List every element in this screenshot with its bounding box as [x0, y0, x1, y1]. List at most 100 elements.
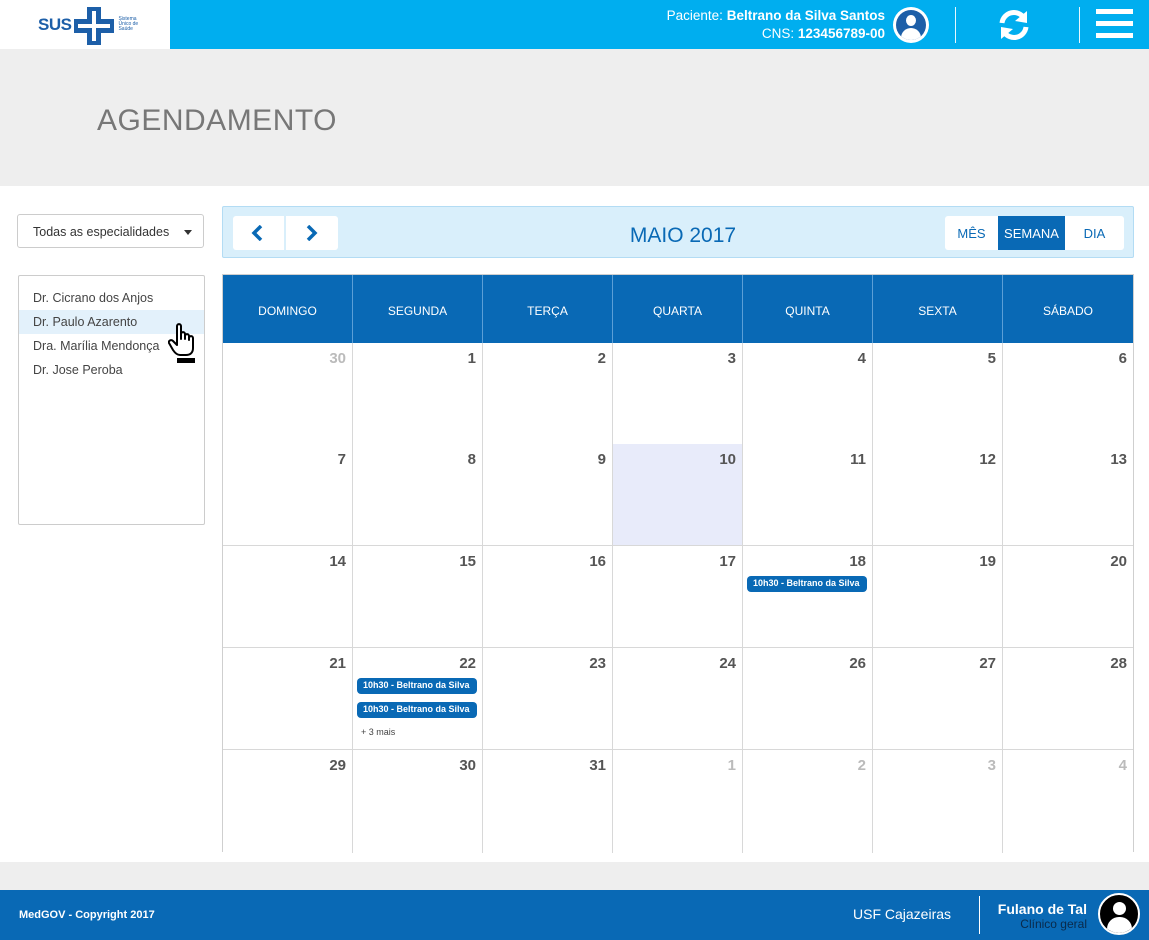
- appointment-event[interactable]: 10h30 - Beltrano da Silva: [747, 576, 867, 592]
- calendar-day[interactable]: 4: [1003, 750, 1133, 853]
- calendar-day[interactable]: 5: [873, 343, 1003, 445]
- view-day-button[interactable]: DIA: [1065, 216, 1124, 250]
- day-number: 14: [329, 553, 346, 570]
- caret-down-icon: [184, 230, 192, 235]
- day-number: 19: [979, 553, 996, 570]
- weekday-label: QUINTA: [743, 275, 873, 343]
- calendar-day[interactable]: 31: [483, 750, 613, 853]
- calendar-day[interactable]: 30: [353, 750, 483, 853]
- month-title: MAIO 2017: [629, 224, 737, 247]
- weekday-header: DOMINGO SEGUNDA TERÇA QUARTA QUINTA SEXTA SÁBA…: [223, 275, 1133, 343]
- day-number: 15: [459, 553, 476, 570]
- health-unit-name: USF Cajazeiras: [853, 906, 952, 922]
- user-name: Fulano de Tal: [997, 901, 1087, 917]
- sus-logo[interactable]: SUS Sistema Único de Saúde: [0, 0, 170, 49]
- day-number: 5: [987, 350, 996, 367]
- day-number: 6: [1118, 350, 1127, 367]
- calendar-day[interactable]: 1: [613, 750, 743, 853]
- day-number: 1: [467, 350, 476, 367]
- user-icon[interactable]: [893, 7, 929, 43]
- calendar-day[interactable]: 27: [873, 648, 1003, 750]
- view-switcher: MÊS SEMANA DIA: [945, 216, 1124, 250]
- day-number: 17: [719, 553, 736, 570]
- cns-label: CNS:: [761, 26, 795, 41]
- day-number: 27: [979, 655, 996, 672]
- header-divider: [955, 7, 956, 43]
- weekday-label: TERÇA: [483, 275, 613, 343]
- calendar-day[interactable]: 9: [483, 444, 613, 546]
- calendar-day[interactable]: 30: [223, 343, 353, 445]
- calendar-day[interactable]: 28: [1003, 648, 1133, 750]
- calendar-day[interactable]: 29: [223, 750, 353, 853]
- calendar-day[interactable]: 16: [483, 546, 613, 648]
- day-number: 26: [849, 655, 866, 672]
- calendar-day[interactable]: 24: [613, 648, 743, 750]
- calendar-day[interactable]: 7: [223, 444, 353, 546]
- top-header: SUS Sistema Único de Saúde Paciente: Bel…: [0, 0, 1149, 49]
- day-number: 3: [727, 350, 736, 367]
- calendar-day[interactable]: 3: [613, 343, 743, 445]
- day-number: 31: [589, 757, 606, 774]
- next-month-button[interactable]: [286, 216, 338, 250]
- day-number: 18: [849, 553, 866, 570]
- calendar-day[interactable]: 12: [873, 444, 1003, 546]
- weekday-label: DOMINGO: [223, 275, 353, 343]
- previous-month-button[interactable]: [233, 216, 285, 250]
- day-number: 1: [727, 757, 736, 774]
- calendar-day[interactable]: 2: [743, 750, 873, 853]
- day-number: 7: [337, 451, 346, 468]
- calendar-day[interactable]: 15: [353, 546, 483, 648]
- calendar-day[interactable]: 23: [483, 648, 613, 750]
- calendar-day[interactable]: 18 10h30 - Beltrano da Silva: [743, 546, 873, 648]
- header-divider: [1079, 7, 1080, 43]
- day-number: 30: [459, 757, 476, 774]
- day-number: 2: [857, 757, 866, 774]
- specialty-select[interactable]: Todas as especialidades: [17, 214, 204, 248]
- day-number: 4: [1118, 757, 1127, 774]
- calendar-day[interactable]: 8: [353, 444, 483, 546]
- day-number: 23: [589, 655, 606, 672]
- doctor-item[interactable]: Dr. Cicrano dos Anjos: [19, 286, 204, 310]
- day-number: 22: [459, 655, 476, 672]
- more-events-link[interactable]: + 3 mais: [361, 727, 395, 737]
- day-number: 28: [1110, 655, 1127, 672]
- day-number: 13: [1110, 451, 1127, 468]
- day-number: 24: [719, 655, 736, 672]
- appointment-event[interactable]: 10h30 - Beltrano da Silva: [357, 702, 477, 718]
- day-number: 20: [1110, 553, 1127, 570]
- calendar-day[interactable]: 21: [223, 648, 353, 750]
- calendar-day[interactable]: 20: [1003, 546, 1133, 648]
- appointment-event[interactable]: 10h30 - Beltrano da Silva: [357, 678, 477, 694]
- calendar-toolbar: MAIO 2017 MÊS SEMANA DIA: [222, 206, 1134, 258]
- menu-icon[interactable]: [1096, 9, 1133, 39]
- calendar-day[interactable]: 1: [353, 343, 483, 445]
- day-number: 3: [987, 757, 996, 774]
- refresh-icon[interactable]: [996, 7, 1032, 43]
- calendar-day[interactable]: 3: [873, 750, 1003, 853]
- calendar-day[interactable]: 22 10h30 - Beltrano da Silva 10h30 - Beltr…: [353, 648, 483, 750]
- copyright-text: MedGOV - Copyright 2017: [19, 909, 155, 921]
- calendar-day[interactable]: 6: [1003, 343, 1133, 445]
- calendar-day[interactable]: 17: [613, 546, 743, 648]
- weekday-label: SEGUNDA: [353, 275, 483, 343]
- day-number: 10: [719, 451, 736, 468]
- footer: MedGOV - Copyright 2017 USF Cajazeiras F…: [0, 890, 1149, 940]
- view-week-button[interactable]: SEMANA: [998, 216, 1065, 250]
- day-number: 16: [589, 553, 606, 570]
- logo-text: SUS: [38, 14, 72, 34]
- patient-name: Beltrano da Silva Santos: [726, 8, 885, 23]
- calendar-day[interactable]: 14: [223, 546, 353, 648]
- page-title: AGENDAMENTO: [97, 104, 337, 137]
- calendar-day[interactable]: 2: [483, 343, 613, 445]
- calendar-day[interactable]: 13: [1003, 444, 1133, 546]
- calendar-day[interactable]: 26: [743, 648, 873, 750]
- doctor-list: Dr. Cicrano dos Anjos Dr. Paulo Azarento…: [18, 275, 205, 525]
- calendar-day-today[interactable]: 10: [613, 444, 743, 546]
- calendar-day[interactable]: 19: [873, 546, 1003, 648]
- calendar-day[interactable]: 11: [743, 444, 873, 546]
- cross-logo-icon: [72, 5, 116, 45]
- chevron-right-icon: [306, 225, 318, 241]
- calendar-day[interactable]: 4: [743, 343, 873, 445]
- view-month-button[interactable]: MÊS: [945, 216, 998, 250]
- user-avatar-icon[interactable]: [1098, 893, 1140, 935]
